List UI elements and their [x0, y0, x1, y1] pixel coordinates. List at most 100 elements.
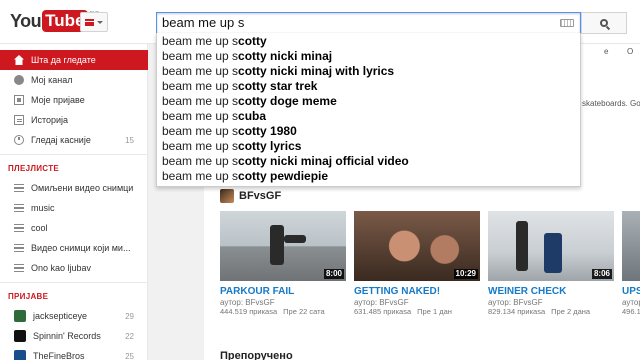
guide-sidebar: Шта да гледате Мој канал Моје пријаве Ис…: [0, 44, 148, 360]
suggestion-completion: cotty nicki minaj official video: [238, 154, 409, 168]
suggestion-prefix: beam me up s: [162, 79, 239, 93]
video-author[interactable]: аутор: BFvsGF: [488, 298, 614, 307]
guide-item-history[interactable]: Историја: [0, 110, 148, 130]
guide-item-label: Гледај касније: [31, 135, 91, 145]
guide-item-label: Моје пријаве: [31, 95, 85, 105]
video-meta: 631.485 прикаѕа Пре 1 дан: [354, 307, 480, 316]
video-thumbnail[interactable]: [622, 211, 640, 281]
playlist-icon: [14, 224, 24, 232]
video-card[interactable]: 8:00 PARKOUR FAIL аутор: BFvsGF 444.519 …: [220, 211, 346, 316]
subscription-item-jacksepticeye[interactable]: jacksepticeye 29: [0, 306, 148, 326]
subscription-item-spinnin-records[interactable]: Spinnin' Records 22: [0, 326, 148, 346]
guide-item-watch-later[interactable]: Гледај касније 15: [0, 130, 148, 150]
suggestion-item[interactable]: beam me up scotty 1980: [157, 124, 580, 139]
subscription-label: TheFineBros: [33, 351, 85, 360]
suggestion-prefix: beam me up s: [162, 109, 239, 123]
hamburger-icon: [85, 18, 94, 26]
suggestion-item[interactable]: beam me up scotty lyrics: [157, 139, 580, 154]
suggestion-item[interactable]: beam me up scotty pewdiepie: [157, 169, 580, 184]
suggestion-prefix: beam me up s: [162, 94, 239, 108]
suggestion-item[interactable]: beam me up scotty nicki minaj: [157, 49, 580, 64]
search-suggestions: beam me up scotty beam me up scotty nick…: [156, 33, 581, 187]
video-meta: 444.519 прикаѕа Пре 22 сата: [220, 307, 346, 316]
watch-later-count: 15: [125, 135, 134, 145]
playlist-item[interactable]: cool: [0, 218, 148, 238]
video-meta: 496.1: [622, 307, 640, 316]
playlist-item[interactable]: Ono kao ljubav: [0, 258, 148, 278]
guide-item-label: Историја: [31, 115, 69, 125]
suggestion-prefix: beam me up s: [162, 169, 239, 183]
search-box[interactable]: [156, 12, 581, 34]
history-icon: [14, 115, 24, 125]
suggestion-completion: cotty nicki minaj with lyrics: [238, 64, 395, 78]
subscriptions-icon: [14, 95, 24, 105]
video-meta: 829.134 прикаѕа Пре 2 дана: [488, 307, 614, 316]
header-tab[interactable]: О: [627, 47, 633, 56]
video-author[interactable]: аутор: BFvsGF: [354, 298, 480, 307]
channel-avatar: [14, 330, 26, 342]
suggestion-prefix: beam me up s: [162, 139, 239, 153]
channel-shelf-header[interactable]: BFvsGF: [220, 189, 281, 203]
video-title[interactable]: WEINER CHECK: [488, 286, 614, 297]
playlist-item[interactable]: Омиљени видео снимци: [0, 178, 148, 198]
playlist-icon: [14, 204, 24, 212]
logo-you-text: You: [10, 11, 42, 31]
video-thumbnail[interactable]: 8:00: [220, 211, 346, 281]
video-duration: 10:29: [453, 269, 478, 279]
video-duration: 8:06: [591, 269, 612, 279]
user-icon: [14, 75, 24, 85]
subscription-label: Spinnin' Records: [33, 331, 101, 341]
video-card[interactable]: UPS аутор 496.1: [622, 211, 640, 316]
playlist-icon: [14, 244, 24, 252]
suggestion-prefix: beam me up s: [162, 124, 239, 138]
playlist-icon: [14, 264, 24, 272]
guide-item-label: Мој канал: [31, 75, 73, 85]
video-age: Пре 22 сата: [283, 307, 325, 316]
channel-name[interactable]: BFvsGF: [239, 190, 281, 202]
subscription-item-thefinebros[interactable]: TheFineBros 25: [0, 346, 148, 360]
suggestion-item[interactable]: beam me up scotty: [157, 34, 580, 49]
video-thumbnail[interactable]: 8:06: [488, 211, 614, 281]
search-input[interactable]: [157, 13, 557, 33]
suggestion-item[interactable]: beam me up scotty star trek: [157, 79, 580, 94]
header-tab[interactable]: е: [604, 47, 608, 56]
suggestion-prefix: beam me up s: [162, 154, 239, 168]
video-title[interactable]: UPS: [622, 286, 640, 297]
playlist-icon: [14, 184, 24, 192]
keyboard-icon[interactable]: [560, 19, 574, 27]
guide-menu-button[interactable]: [80, 12, 108, 32]
suggestion-completion: cotty 1980: [238, 124, 297, 138]
video-views: 631.485 прикаѕа: [354, 307, 412, 316]
suggestion-item[interactable]: beam me up scotty nicki minaj official v…: [157, 154, 580, 169]
guide-item-my-channel[interactable]: Мој канал: [0, 70, 148, 90]
home-icon: [14, 55, 24, 65]
video-author[interactable]: аутор: [622, 298, 640, 307]
playlist-label: Ono kao ljubav: [31, 263, 92, 273]
channel-avatar: [14, 310, 26, 322]
video-thumbnail[interactable]: 10:29: [354, 211, 480, 281]
suggestion-item[interactable]: beam me up scotty doge meme: [157, 94, 580, 109]
subscription-count: 25: [125, 351, 134, 360]
suggestion-completion: cotty nicki minaj: [238, 49, 333, 63]
suggestion-completion: cotty star trek: [238, 79, 318, 93]
video-author[interactable]: аутор: BFvsGF: [220, 298, 346, 307]
search-button[interactable]: [581, 12, 627, 34]
playlist-label: Видео снимци који ми...: [31, 243, 131, 253]
video-card[interactable]: 10:29 GETTING NAKED! аутор: BFvsGF 631.4…: [354, 211, 480, 316]
playlist-item[interactable]: music: [0, 198, 148, 218]
search-icon: [600, 19, 608, 27]
suggestion-item[interactable]: beam me up scuba: [157, 109, 580, 124]
suggestion-item[interactable]: beam me up scotty nicki minaj with lyric…: [157, 64, 580, 79]
playlist-item[interactable]: Видео снимци који ми...: [0, 238, 148, 258]
guide-item-subscriptions[interactable]: Моје пријаве: [0, 90, 148, 110]
clock-icon: [14, 135, 24, 145]
guide-item-what-to-watch[interactable]: Шта да гледате: [0, 50, 148, 70]
subscription-count: 22: [125, 331, 134, 341]
video-card[interactable]: 8:06 WEINER CHECK аутор: BFvsGF 829.134 …: [488, 211, 614, 316]
playlists-section-title: ПЛЕЈЛИСТЕ: [8, 164, 60, 173]
video-title[interactable]: GETTING NAKED!: [354, 286, 480, 297]
video-title[interactable]: PARKOUR FAIL: [220, 286, 346, 297]
video-age: Пре 1 дан: [417, 307, 452, 316]
guide-item-label: Шта да гледате: [31, 55, 96, 65]
suggestion-completion: cotty lyrics: [238, 139, 302, 153]
